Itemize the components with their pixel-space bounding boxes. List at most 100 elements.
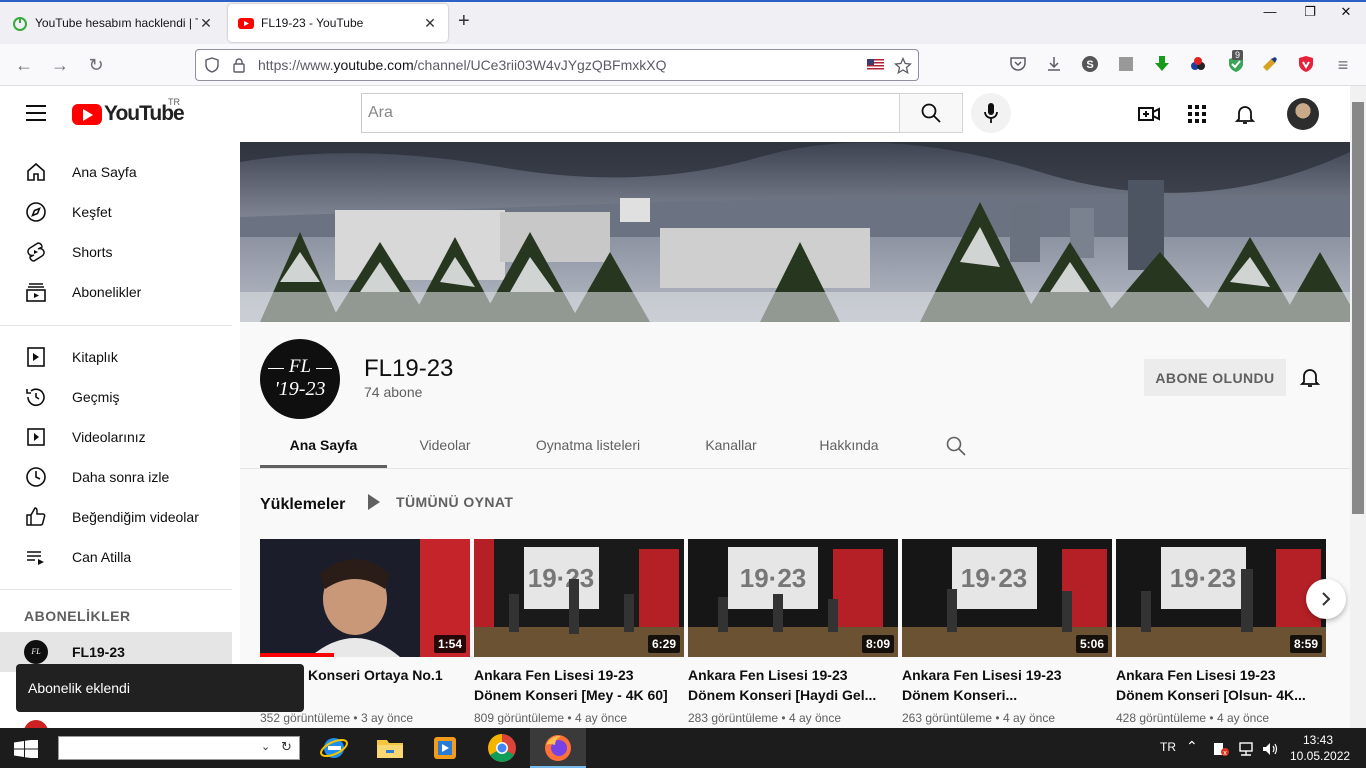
tab-channels[interactable]: Kanallar	[673, 422, 789, 468]
video-thumbnail[interactable]: 19·23 6:29	[474, 539, 684, 657]
sidebar-item-explore[interactable]: Keşfet	[0, 192, 232, 232]
sidebar-item-history[interactable]: Geçmiş	[0, 377, 232, 417]
create-video-icon[interactable]	[1137, 102, 1161, 126]
chevron-down-icon[interactable]: ⌄	[261, 740, 270, 753]
subscribed-button[interactable]: ABONE OLUNDU	[1144, 359, 1286, 396]
taskbar-clock[interactable]: 13:43 10.05.2022	[1290, 732, 1351, 764]
minimize-button[interactable]: —	[1250, 2, 1290, 24]
search-box[interactable]	[361, 93, 900, 133]
watch-progress-bar	[260, 653, 334, 657]
green-download-icon[interactable]	[1153, 55, 1171, 73]
taskbar-search-box[interactable]: ⌄ ↻	[58, 736, 300, 760]
security-alert-icon[interactable]: x	[1213, 741, 1229, 757]
tray-chevron-up-icon[interactable]: ⌃	[1186, 738, 1198, 755]
new-tab-button[interactable]: +	[458, 10, 470, 33]
svg-text:x: x	[1223, 750, 1227, 757]
media-player-app[interactable]	[418, 728, 474, 768]
apps-grid-icon[interactable]	[1185, 102, 1209, 126]
clock-date: 10.05.2022	[1290, 749, 1351, 763]
back-button[interactable]: ←	[13, 54, 35, 76]
network-icon[interactable]	[1237, 741, 1255, 757]
youtube-logo[interactable]: YouTube TR	[72, 97, 185, 126]
video-card[interactable]: 19·23 6:29 Ankara Fen Lisesi 19-23 Dönem…	[474, 539, 684, 725]
video-card[interactable]: 19·23 5:06 Ankara Fen Lisesi 19-23 Dönem…	[902, 539, 1112, 725]
video-thumbnail[interactable]: 19·23 8:59	[1116, 539, 1326, 657]
sidebar-item-label: Beğendiğim videolar	[72, 509, 199, 525]
search-button[interactable]	[899, 93, 963, 133]
speaker-icon[interactable]	[1261, 741, 1279, 757]
hamburger-menu-icon[interactable]	[26, 105, 46, 121]
tab-title: YouTube hesabım hacklendi | Te	[35, 16, 198, 30]
forward-button[interactable]: →	[49, 54, 71, 76]
extension-gray-icon[interactable]	[1117, 55, 1135, 73]
close-icon[interactable]: ✕	[422, 15, 438, 32]
search-input[interactable]	[362, 94, 899, 132]
video-thumbnail[interactable]: 1:54	[260, 539, 470, 657]
video-card[interactable]: 19·23 8:59 Ankara Fen Lisesi 19-23 Dönem…	[1116, 539, 1326, 725]
sidebar-item-label: Keşfet	[72, 204, 112, 220]
sidebar-item-your-videos[interactable]: Videolarınız	[0, 417, 232, 457]
region-code: TR	[168, 97, 180, 107]
shelf-title[interactable]: Yüklemeler	[260, 496, 345, 514]
video-title[interactable]: Ankara Fen Lisesi 19-23 Dönem Konseri [H…	[688, 665, 888, 705]
shelf-next-button[interactable]	[1306, 579, 1346, 619]
input-language[interactable]: TR	[1160, 740, 1176, 754]
scrollbar-thumb[interactable]	[1352, 102, 1364, 514]
sidebar-item-playlist[interactable]: Can Atilla	[0, 537, 232, 577]
sidebar-item-subscription[interactable]	[0, 712, 232, 728]
internet-explorer-icon	[320, 738, 348, 758]
notifications-bell-icon[interactable]	[1233, 102, 1257, 126]
sidebar-item-liked-videos[interactable]: Beğendiğim videolar	[0, 497, 232, 537]
extension-balls-icon[interactable]	[1189, 55, 1207, 73]
video-title[interactable]: Ankara Fen Lisesi 19-23 Dönem Konseri...	[902, 665, 1102, 705]
address-bar[interactable]: https://www.youtube.com/channel/UCe3rii0…	[195, 49, 919, 81]
refresh-icon[interactable]: ↻	[281, 739, 292, 755]
extension-tool-icon[interactable]	[1261, 55, 1279, 73]
sidebar-item-label: Geçmiş	[72, 389, 120, 405]
channel-avatar[interactable]: FL '19-23	[260, 339, 340, 419]
chrome-app[interactable]	[474, 728, 530, 768]
sidebar-item-home[interactable]: Ana Sayfa	[0, 152, 232, 192]
bookmark-star-icon[interactable]	[894, 57, 912, 75]
internet-explorer-app[interactable]	[306, 728, 362, 768]
sidebar-item-library[interactable]: Kitaplık	[0, 337, 232, 377]
download-icon[interactable]	[1045, 55, 1063, 73]
firefox-app[interactable]	[530, 728, 586, 768]
tab-home[interactable]: Ana Sayfa	[260, 422, 387, 468]
tab-videos[interactable]: Videolar	[387, 422, 503, 468]
video-thumbnail[interactable]: 19·23 8:09	[688, 539, 898, 657]
video-thumbnail[interactable]: 19·23 5:06	[902, 539, 1112, 657]
notification-bell-icon[interactable]	[1298, 365, 1322, 389]
browser-tab[interactable]: YouTube hesabım hacklendi | Te ✕	[2, 4, 224, 42]
sidebar-item-shorts[interactable]: Shorts	[0, 232, 232, 272]
windows-start-icon[interactable]	[14, 740, 38, 758]
pocket-icon[interactable]	[1009, 55, 1027, 73]
tab-about[interactable]: Hakkında	[789, 422, 909, 468]
shield-icon[interactable]	[204, 57, 220, 73]
brave-shield-icon[interactable]	[1297, 55, 1315, 73]
video-card[interactable]: 19·23 8:09 Ankara Fen Lisesi 19-23 Dönem…	[688, 539, 898, 725]
svg-text:S: S	[1086, 59, 1093, 71]
restore-button[interactable]: ❐	[1290, 2, 1330, 24]
sidebar-item-subscriptions[interactable]: Abonelikler	[0, 272, 232, 312]
tab-playlists[interactable]: Oynatma listeleri	[503, 422, 673, 468]
window-close-button[interactable]: ✕	[1326, 2, 1366, 24]
play-all-button[interactable]: TÜMÜNÜ OYNAT	[368, 494, 513, 510]
sidebar-item-watch-later[interactable]: Daha sonra izle	[0, 457, 232, 497]
close-icon[interactable]: ✕	[198, 15, 214, 32]
search-icon[interactable]	[946, 436, 966, 456]
video-title[interactable]: Ankara Fen Lisesi 19-23 Dönem Konseri [O…	[1116, 665, 1316, 705]
video-title[interactable]: Ankara Fen Lisesi 19-23 Dönem Konseri [M…	[474, 665, 674, 705]
file-explorer-app[interactable]	[362, 728, 418, 768]
lock-icon[interactable]	[232, 57, 246, 73]
search-icon	[921, 103, 941, 123]
extension-s-icon[interactable]: S	[1081, 55, 1099, 73]
menu-icon[interactable]: ≡	[1332, 54, 1354, 76]
voice-search-button[interactable]	[971, 93, 1011, 133]
chrome-icon	[488, 734, 516, 762]
browser-tab-active[interactable]: FL19-23 - YouTube ✕	[228, 4, 448, 42]
us-flag-icon[interactable]	[867, 59, 884, 71]
shorts-icon	[27, 242, 45, 262]
account-avatar[interactable]	[1287, 98, 1319, 130]
reload-button[interactable]: ↻	[85, 54, 107, 76]
